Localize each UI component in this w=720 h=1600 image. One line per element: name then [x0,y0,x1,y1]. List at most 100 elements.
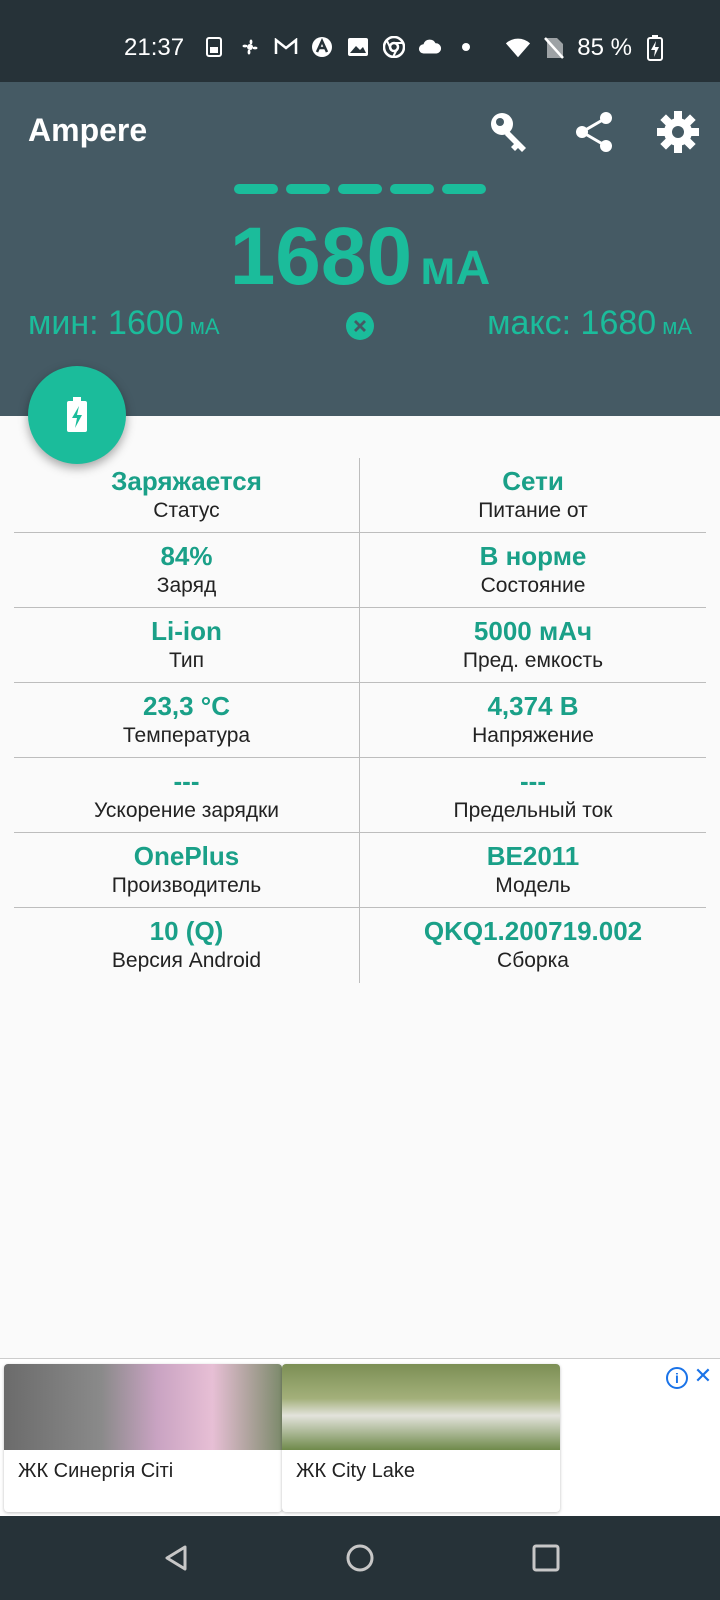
info-cell: 84% Заряд [14,533,360,607]
current-readout: 1680 мА [0,210,720,304]
back-icon [165,1545,187,1571]
info-cell: В норме Состояние [360,533,706,607]
info-value: Li-ion [151,616,222,646]
share-icon[interactable] [570,108,618,156]
info-label: Пред. емкость [462,649,604,672]
ad-image [282,1364,560,1450]
fan-icon [238,35,262,59]
gmail-icon [274,35,298,59]
info-cell: --- Предельный ток [360,758,706,832]
info-value: 23,3 °C [142,691,230,721]
info-cell: 4,374 В Напряжение [360,683,706,757]
dash [442,184,486,194]
info-label: Производитель [111,874,262,897]
info-value: QKQ1.200719.002 [423,916,643,946]
ad-image [4,1364,282,1450]
info-row: Заряжается Статус Сети Питание от [14,458,706,533]
dash [286,184,330,194]
info-label: Питание от [478,499,588,522]
info-cell: Заряжается Статус [14,458,360,532]
battery-charging-icon [67,397,87,432]
recents-icon [532,1544,560,1572]
min-unit: мА [189,314,220,339]
dash [338,184,382,194]
info-cell: 10 (Q) Версия Android [14,908,360,983]
ad-banner: ЖК Синергія Сіті ЖК City Lake i ✕ [0,1358,720,1516]
min-value: мин: 1600 [28,304,184,342]
info-cell: 5000 мАч Пред. емкость [360,608,706,682]
info-value: OnePlus [133,841,240,871]
info-label: Ускорение зарядки [93,799,280,822]
info-value: 10 (Q) [149,916,224,946]
info-label: Модель [495,874,571,897]
info-label: Заряд [156,574,217,597]
max-unit: мА [662,314,692,339]
ad-info-icon[interactable]: i [666,1367,688,1389]
info-value: BE2011 [486,841,580,871]
gear-icon[interactable] [654,108,702,156]
dot-icon [454,35,478,59]
info-label: Температура [122,724,251,747]
app-title: Ampere [28,112,148,148]
cloud-icon [418,35,442,59]
info-label: Версия Android [111,949,262,972]
image-icon [346,35,370,59]
max-readout: макс: 1680 мА [487,304,692,343]
info-label: Напряжение [472,724,594,747]
max-value: макс: 1680 [487,304,657,342]
dash [390,184,434,194]
current-value: 1680 [229,211,413,302]
info-row: Li-ion Тип 5000 мАч Пред. емкость [14,608,706,683]
info-value: --- [520,766,546,796]
home-icon [346,1544,374,1572]
ad-card[interactable]: ЖК City Lake [282,1364,560,1512]
info-row: OnePlus Производитель BE2011 Модель [14,833,706,908]
info-label: Тип [168,649,204,672]
info-value: Заряжается [111,466,262,496]
activity-dashes [234,184,486,194]
info-value: 4,374 В [487,691,579,721]
navigation-bar [0,1516,720,1600]
info-cell: 23,3 °C Температура [14,683,360,757]
min-readout: мин: 1600 мА [28,304,220,343]
header: Ampere 1680 мА мин: 1600 мА макс: 1680 мА [0,82,720,416]
info-value: В норме [479,541,587,571]
key-icon[interactable] [486,108,534,156]
info-cell: Сети Питание от [360,458,706,532]
battery-info-grid: Заряжается Статус Сети Питание от 84% Заряд… [14,458,706,983]
info-label: Предельный ток [453,799,613,822]
ad-title: ЖК City Lake [296,1460,416,1482]
info-value: 84% [160,541,213,571]
home-button[interactable] [340,1538,380,1578]
info-value: 5000 мАч [473,616,593,646]
ad-card[interactable]: ЖК Синергія Сіті [4,1364,282,1512]
info-value: --- [173,766,200,796]
notification-icons [202,35,478,59]
back-button[interactable] [156,1538,196,1578]
info-cell: OnePlus Производитель [14,833,360,907]
info-cell: BE2011 Модель [360,833,706,907]
sim-icon [202,35,226,59]
current-unit: мА [420,242,491,295]
info-row: 10 (Q) Версия Android QKQ1.200719.002 Сбор… [14,908,706,983]
info-cell: --- Ускорение зарядки [14,758,360,832]
status-time: 21:37 [124,34,185,61]
battery-charging-icon [642,35,668,61]
info-row: 23,3 °C Температура 4,374 В Напряжение [14,683,706,758]
info-label: Статус [153,499,220,522]
wifi-icon [505,35,531,61]
status-bar: 21:37 85 % [0,0,720,82]
reset-minmax-icon[interactable] [346,312,374,340]
battery-fab-button[interactable] [28,366,126,464]
chrome-icon [382,35,406,59]
recents-button[interactable] [526,1538,566,1578]
dash [234,184,278,194]
ad-close-icon[interactable]: ✕ [692,1365,714,1387]
no-sim-signal-icon [541,35,567,61]
ad-title: ЖК Синергія Сіті [18,1460,174,1482]
info-label: Состояние [480,574,586,597]
info-cell: QKQ1.200719.002 Сборка [360,908,706,983]
info-label: Сборка [497,949,569,972]
info-cell: Li-ion Тип [14,608,360,682]
battery-percent: 85 % [577,34,632,61]
